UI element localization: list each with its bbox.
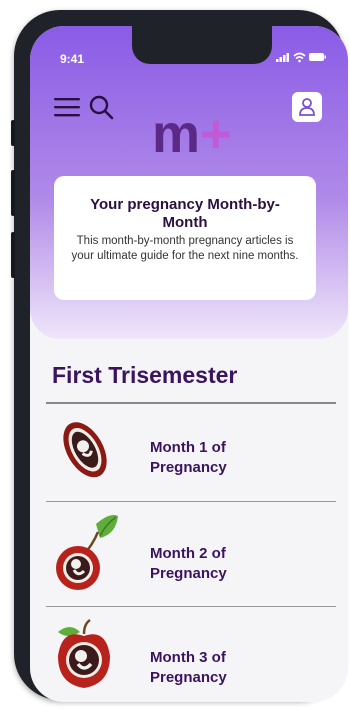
intro-card-title: Your pregnancy Month-by-Month [90, 196, 280, 231]
menu-icon[interactable] [54, 96, 80, 118]
app-screen: 9:41 m+ Your pregnancy Month-by-Month Th… [30, 26, 348, 702]
volume-up-button [11, 170, 15, 216]
logo-m: m+ [152, 110, 232, 158]
search-icon[interactable] [88, 94, 114, 120]
notch [132, 26, 272, 64]
section-title: First Trisemester [52, 362, 238, 388]
month-1-label: Month 1 of Pregnancy [150, 439, 227, 476]
wifi-icon [293, 52, 306, 63]
intro-card-description: This month-by-month pregnancy articles i… [71, 235, 299, 262]
list-item-month-1[interactable]: Month 1 of Pregnancy [30, 408, 348, 508]
profile-button[interactable] [292, 92, 322, 122]
month-2-label: Month 2 of Pregnancy [150, 545, 227, 582]
status-icons [276, 52, 326, 63]
volume-down-button [11, 232, 15, 278]
mute-switch [11, 120, 15, 146]
status-time: 9:41 [60, 52, 85, 66]
list-item-month-3[interactable]: Month 3 of Pregnancy [30, 614, 348, 702]
app-logo: m+ [152, 110, 232, 158]
phone-frame: 9:41 m+ Your pregnancy Month-by-Month Th… [11, 10, 348, 702]
intro-card: Your pregnancy Month-by-Month This month… [54, 176, 316, 300]
divider [46, 606, 336, 607]
section-divider [46, 402, 336, 404]
embryo-cherry-icon [56, 515, 118, 590]
user-icon [299, 98, 315, 116]
logo-plus: + [200, 110, 232, 158]
signal-icon [276, 53, 289, 62]
list-item-month-2[interactable]: Month 2 of Pregnancy [30, 510, 348, 610]
logo-letter: m [152, 110, 200, 158]
embryo-apple-icon [58, 618, 110, 688]
month-3-label: Month 3 of Pregnancy [150, 649, 227, 686]
divider [46, 501, 336, 502]
battery-icon [309, 53, 326, 61]
embryo-month-1-icon [63, 422, 107, 478]
